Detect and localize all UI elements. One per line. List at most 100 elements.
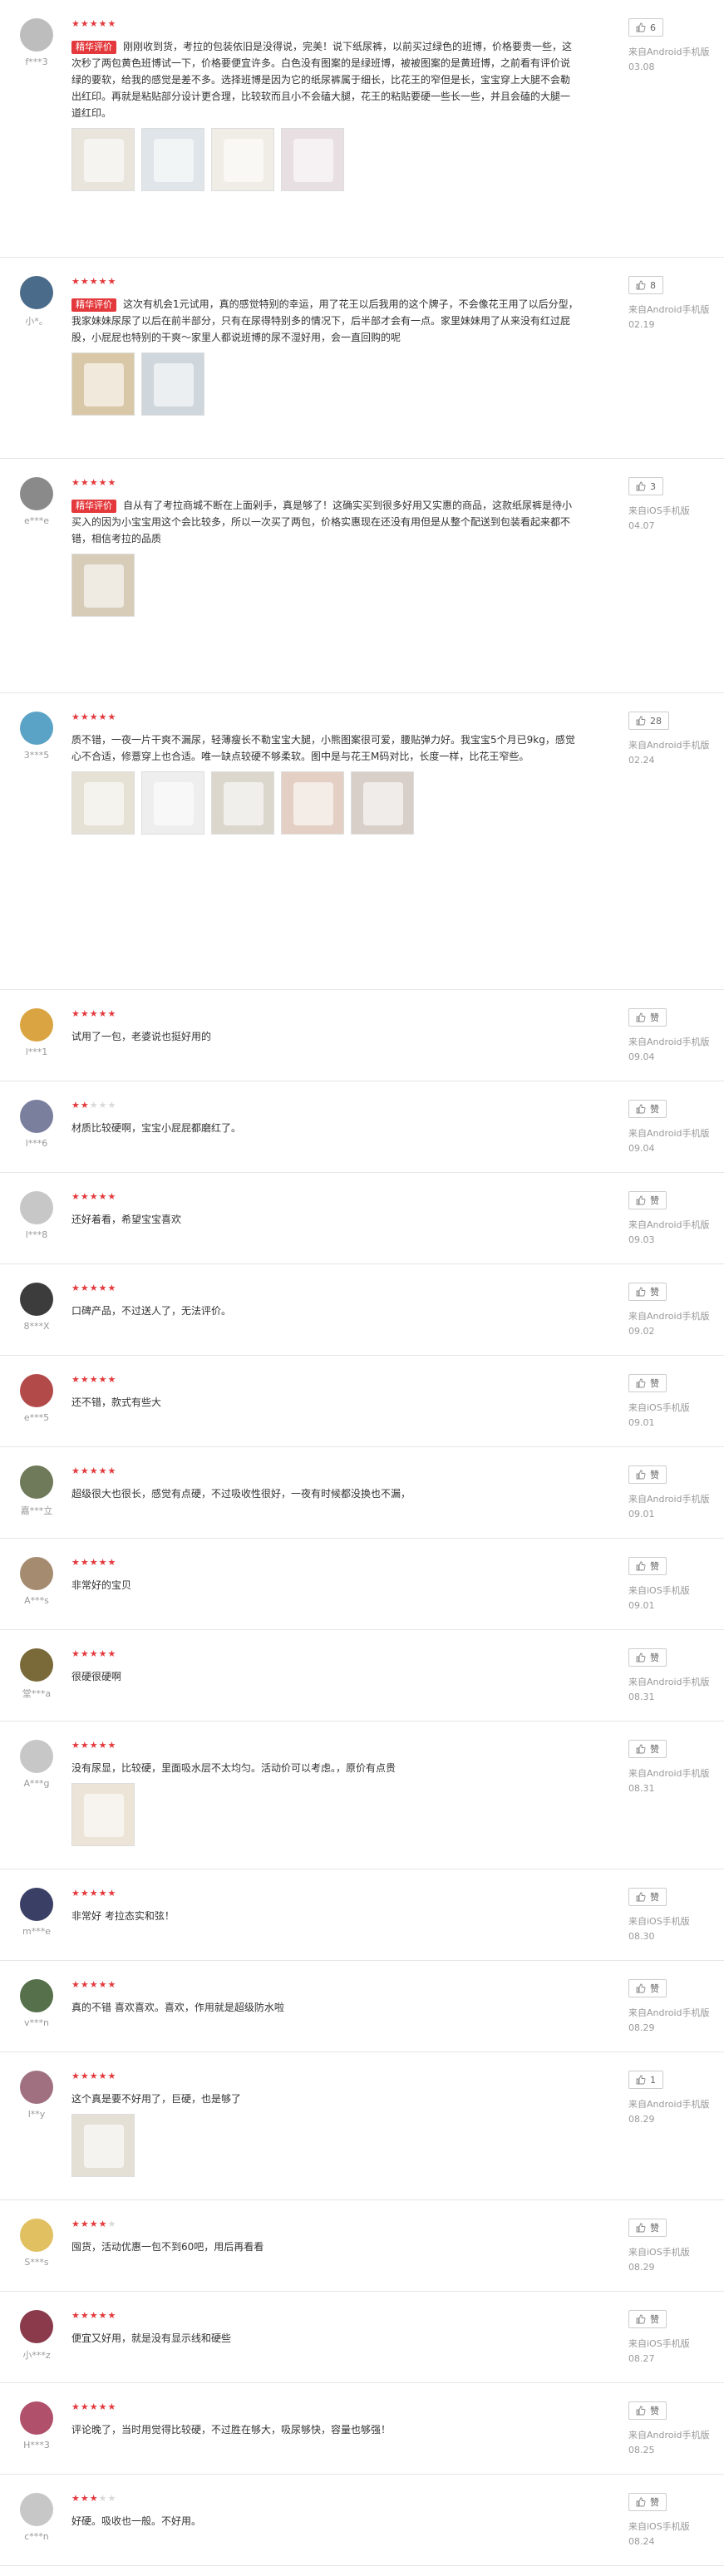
review-photo[interactable] <box>351 771 414 835</box>
review-photo[interactable] <box>141 352 204 416</box>
like-button[interactable]: 赞 <box>628 1648 667 1667</box>
review-device: 来自Android手机版 <box>628 2007 710 2018</box>
star-rating: ★★★★★ <box>71 2493 579 2505</box>
like-button[interactable]: 赞 <box>628 2310 667 2328</box>
like-button[interactable]: 赞 <box>628 1465 667 1484</box>
star-icon: ★ <box>71 276 81 287</box>
star-icon: ★ <box>71 1100 81 1111</box>
like-count: 赞 <box>650 1561 659 1572</box>
diaper-pack-shape <box>84 782 124 825</box>
like-button[interactable]: 赞 <box>628 1283 667 1301</box>
like-button[interactable]: 赞 <box>628 1557 667 1575</box>
review-date: 08.24 <box>628 2536 655 2547</box>
review-photo[interactable] <box>71 2114 135 2177</box>
star-icon: ★ <box>89 1465 99 1476</box>
like-count: 赞 <box>650 2223 659 2234</box>
like-button[interactable]: 28 <box>628 712 669 730</box>
like-button[interactable]: 1 <box>628 2071 663 2089</box>
star-rating: ★★★★★ <box>71 712 579 723</box>
like-button[interactable]: 赞 <box>628 1374 667 1392</box>
review-item: v***n ★★★★★ 真的不错 喜欢喜欢。喜欢，作用就是超级防水啦赞来自Andro… <box>0 1961 724 2052</box>
thumbs-up-icon <box>636 22 646 32</box>
like-button[interactable]: 赞 <box>628 1008 667 1027</box>
thumbs-up-icon <box>636 1744 646 1754</box>
review-date: 08.29 <box>628 2262 655 2273</box>
reviewer-name: 小***z <box>22 2350 51 2361</box>
like-button[interactable]: 赞 <box>628 2401 667 2420</box>
review-content: 刚刚收到货，考拉的包装依旧是没得说，完美！说下纸尿裤，以前买过绿色的班博，价格要… <box>71 41 573 119</box>
review-item: e***5 ★★★★★ 还不错，款式有些大赞来自iOS手机版 09.01 <box>0 1356 724 1447</box>
reviewer: l***6 <box>15 1100 58 1149</box>
review-device: 来自Android手机版 <box>628 740 710 751</box>
star-rating: ★★★★★ <box>71 477 579 489</box>
review-content: 评论晚了，当时用觉得比较硬，不过胜在够大，吸尿够快，容量也够强！ <box>71 2424 392 2436</box>
review-meta: 赞来自Android手机版 08.25 <box>628 2401 720 2458</box>
review-photo[interactable] <box>71 352 135 416</box>
like-button[interactable]: 6 <box>628 18 663 37</box>
like-button[interactable]: 赞 <box>628 1191 667 1209</box>
thumbs-up-icon <box>636 2314 646 2324</box>
avatar <box>20 1740 53 1773</box>
like-button[interactable]: 3 <box>628 477 663 495</box>
star-icon: ★ <box>71 2071 81 2081</box>
review-photo[interactable] <box>141 771 204 835</box>
like-button[interactable]: 赞 <box>628 1888 667 1906</box>
review-photo[interactable] <box>211 771 274 835</box>
review-content: 还不错，款式有些大 <box>71 1396 162 1408</box>
star-icon: ★ <box>89 1191 99 1202</box>
star-icon: ★ <box>89 1008 99 1019</box>
like-button[interactable]: 8 <box>628 276 663 294</box>
review-source: 来自Android手机版 02.24 <box>628 738 720 768</box>
review-device: 来自iOS手机版 <box>628 2247 690 2258</box>
review-photo[interactable] <box>71 1783 135 1846</box>
diaper-pack-shape <box>293 139 333 182</box>
review-meta: 赞来自Android手机版 08.31 <box>628 1740 720 1796</box>
star-icon: ★ <box>80 2219 90 2229</box>
like-button[interactable]: 赞 <box>628 2219 667 2237</box>
review-text: 精华评价 自从有了考拉商城不断在上面剁手，真是够了！这确实买到很多好用又实惠的商品… <box>71 497 579 547</box>
review-source: 来自Android手机版 08.31 <box>628 1766 720 1796</box>
review-photo[interactable] <box>141 128 204 191</box>
like-button[interactable]: 赞 <box>628 2493 667 2511</box>
diaper-pack-shape <box>84 139 124 182</box>
star-rating: ★★★★★ <box>71 2071 579 2082</box>
like-button[interactable]: 赞 <box>628 1100 667 1118</box>
review-date: 09.04 <box>628 1052 655 1062</box>
like-button[interactable]: 赞 <box>628 1740 667 1758</box>
review-body: ★★★★★ 精华评价 这次有机会1元试用，真的感觉特别的幸运，用了花王以后我用的这个… <box>71 276 579 416</box>
review-date: 08.29 <box>628 2114 655 2125</box>
star-icon: ★ <box>80 2493 90 2504</box>
star-icon: ★ <box>89 1283 99 1293</box>
review-source: 来自iOS手机版 08.27 <box>628 2337 720 2367</box>
review-photo[interactable] <box>211 128 274 191</box>
star-icon: ★ <box>107 1979 117 1990</box>
star-icon: ★ <box>80 1191 90 1202</box>
star-icon: ★ <box>80 1465 90 1476</box>
review-photos <box>71 352 579 416</box>
review-source: 来自Android手机版 09.04 <box>628 1126 720 1156</box>
review-photo[interactable] <box>281 128 344 191</box>
star-icon: ★ <box>80 18 90 29</box>
review-photo[interactable] <box>281 771 344 835</box>
star-icon: ★ <box>71 2493 81 2504</box>
thumbs-up-icon <box>636 716 646 726</box>
reviewer-name: f***3 <box>25 57 48 67</box>
star-icon: ★ <box>80 1100 90 1111</box>
thumbs-up-icon <box>636 2223 646 2233</box>
star-icon: ★ <box>98 276 108 287</box>
review-source: 来自iOS手机版 09.01 <box>628 1401 720 1431</box>
review-photo[interactable] <box>71 128 135 191</box>
reviewer: A***s <box>15 1557 58 1606</box>
review-photo[interactable] <box>71 554 135 617</box>
reviewer: S***s <box>15 2219 58 2268</box>
review-date: 08.29 <box>628 2022 655 2033</box>
star-rating: ★★★★★ <box>71 1283 579 1294</box>
like-button[interactable]: 赞 <box>628 1979 667 1997</box>
review-source: 来自Android手机版 08.31 <box>628 1675 720 1705</box>
avatar <box>20 1557 53 1590</box>
review-body: ★★★★★ 精华评价 自从有了考拉商城不断在上面剁手，真是够了！这确实买到很多好用又… <box>71 477 579 617</box>
like-count: 赞 <box>650 1892 659 1903</box>
review-photo[interactable] <box>71 771 135 835</box>
review-body: ★★★★★ 质不错，一夜一片干爽不漏尿，轻薄瘦长不勒宝宝大腿，小熊图案很可爱，腰贴… <box>71 712 579 835</box>
star-icon: ★ <box>89 477 99 488</box>
